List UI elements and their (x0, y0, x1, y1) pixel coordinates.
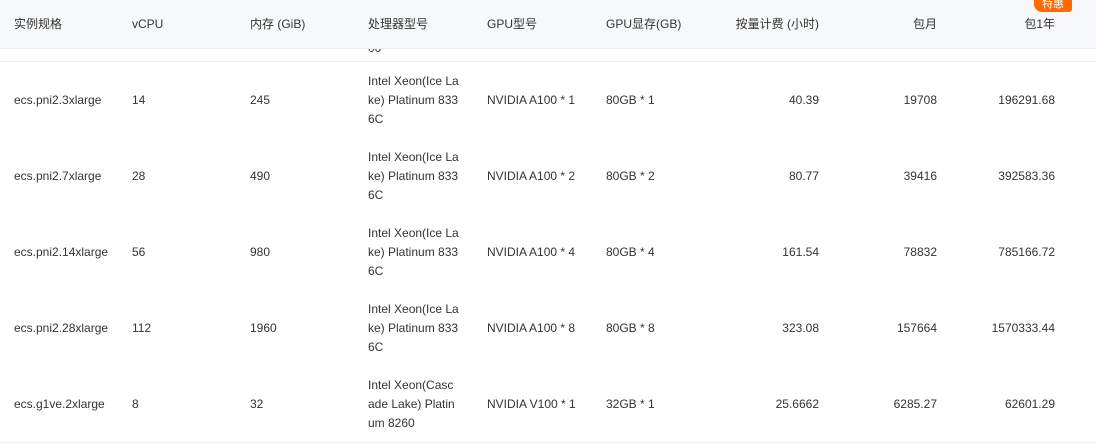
table-row: ecs.pni2.3xlarge 14 245 Intel Xeon(Ice L… (0, 62, 1096, 139)
cell-gpu-model: NVIDIA V100 * 1 (487, 397, 576, 411)
header-monthly: 包月 (912, 17, 937, 31)
cell-yearly-price: 62601.29 (1004, 397, 1055, 411)
cell-memory: 980 (250, 245, 271, 259)
table-header: 实例规格 vCPU 内存 (GiB) 处理器型号 GPU型号 GPU显存(GB)… (0, 0, 1096, 49)
cell-hourly-price: 40.39 (788, 93, 819, 107)
cell-spec: ecs.pni2.28xlarge (14, 321, 109, 335)
cell-vcpu: 28 (132, 169, 146, 183)
header-hourly: 按量计费 (小时) (735, 17, 819, 31)
header-memory: 内存 (GiB) (250, 17, 306, 31)
cell-hourly-price: 80.77 (788, 169, 819, 183)
cell-monthly-price: 157664 (896, 321, 937, 335)
cell-gpu-memory: 32GB * 1 (606, 397, 655, 411)
cell-monthly-price: 39416 (903, 169, 937, 183)
header-vcpu: vCPU (132, 17, 164, 31)
cell-vcpu: 14 (132, 93, 146, 107)
cell-cpu-model: Intel Xeon(Ice Lake) Platinum 8336C (368, 301, 459, 354)
pricing-table: 实例规格 vCPU 内存 (GiB) 处理器型号 GPU型号 GPU显存(GB)… (0, 0, 1096, 444)
cell-gpu-memory: 80GB * 8 (606, 321, 655, 335)
cell-memory: 490 (250, 169, 271, 183)
table-row: ecs.g1ve.2xlarge 8 32 Intel Xeon(Cascade… (0, 366, 1096, 443)
cell-gpu-memory: 80GB * 2 (606, 169, 655, 183)
header-spec: 实例规格 (14, 17, 63, 31)
cell-vcpu: 56 (132, 245, 146, 259)
cell-yearly-price: 1570333.44 (991, 321, 1055, 335)
cell-hourly-price: 161.54 (782, 245, 819, 259)
cell-spec: ecs.pni2.14xlarge (14, 245, 109, 259)
table-row: ecs.pni2.7xlarge 28 490 Intel Xeon(Ice L… (0, 138, 1096, 215)
cell-cpu-model: Intel Xeon(Ice Lake) Platinum 8336C (368, 73, 459, 126)
cell-gpu-memory: 80GB * 1 (606, 93, 655, 107)
cell-cpu-model: Intel Xeon(Cascade Lake) Platinum 8260 (368, 377, 455, 430)
cell-gpu-memory: 80GB * 4 (606, 245, 655, 259)
cell-gpu-model: NVIDIA A100 * 2 (487, 169, 576, 183)
cell-hourly-price: 25.6662 (775, 397, 819, 411)
cell-monthly-price: 19708 (903, 93, 937, 107)
cell-memory: 1960 (250, 321, 277, 335)
header-gpu-model: GPU型号 (487, 17, 538, 31)
header-gpu-memory: GPU显存(GB) (606, 17, 682, 31)
cell-vcpu: 112 (132, 321, 152, 335)
table-row: ecs.pni2.28xlarge 112 1960 Intel Xeon(Ic… (0, 290, 1096, 367)
cell-gpu-model: NVIDIA A100 * 8 (487, 321, 576, 335)
cell-monthly-price: 6285.27 (893, 397, 937, 411)
cell-yearly-price: 785166.72 (998, 245, 1055, 259)
cell-yearly-price: 196291.68 (998, 93, 1055, 107)
cell-yearly-price: 392583.36 (998, 169, 1055, 183)
discount-badge: 特惠 (1034, 0, 1072, 12)
cell-memory: 245 (250, 93, 271, 107)
cell-spec: ecs.g1ve.2xlarge (14, 397, 105, 411)
table-row: ecs.pni2.14xlarge 56 980 Intel Xeon(Ice … (0, 214, 1096, 291)
cell-hourly-price: 323.08 (782, 321, 819, 335)
cell-spec: ecs.pni2.3xlarge (14, 93, 102, 107)
cell-memory: 32 (250, 397, 264, 411)
cell-vcpu: 8 (132, 397, 139, 411)
cell-cpu-model: Intel Xeon(Ice Lake) Platinum 8336C (368, 149, 459, 202)
header-cpu-model: 处理器型号 (368, 17, 429, 31)
cell-cpu-model: Intel Xeon(Ice Lake) Platinum 8336C (368, 225, 459, 278)
cell-gpu-model: NVIDIA A100 * 1 (487, 93, 576, 107)
cell-gpu-model: NVIDIA A100 * 4 (487, 245, 576, 259)
cell-monthly-price: 78832 (903, 245, 937, 259)
cell-spec: ecs.pni2.7xlarge (14, 169, 102, 183)
